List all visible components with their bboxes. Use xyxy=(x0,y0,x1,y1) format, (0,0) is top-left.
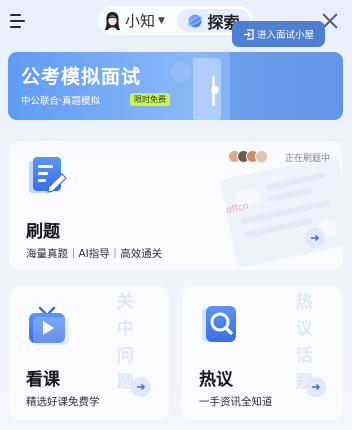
door-illustration xyxy=(171,58,221,120)
arrow-right-icon xyxy=(137,383,146,391)
limited-free-badge: 限时免费 xyxy=(130,93,170,106)
arrow-right-icon xyxy=(312,383,321,391)
planet-icon xyxy=(187,14,204,27)
banner-title: 公考模拟面试 xyxy=(21,66,142,88)
menu-icon[interactable] xyxy=(10,12,30,30)
practice-card[interactable]: offcn 正在刷题中 刷题 海量真题｜AI指导｜高效通关 xyxy=(9,141,343,270)
avatar xyxy=(255,150,268,163)
active-users-avatars xyxy=(228,150,268,164)
discussion-subtitle: 一手资讯全知道 xyxy=(199,396,273,408)
ghost-decoration: 热 议 话 题 xyxy=(291,292,312,392)
mode-xiaozhi-label: 小知 xyxy=(125,12,156,30)
document-pencil-icon xyxy=(29,157,67,193)
exam-paper-illustration: offcn xyxy=(220,156,343,268)
video-play-icon xyxy=(29,306,69,345)
practice-title: 刷题 xyxy=(26,222,60,242)
interview-banner[interactable]: 公考模拟面试 中公联合·真题模拟 限时免费 xyxy=(8,52,343,120)
mode-switch: 小知 ▼ 探索 xyxy=(98,6,253,35)
arrow-right-icon xyxy=(311,234,320,242)
discussion-card[interactable]: 热 议 话 题 热议 一手资讯全知道 xyxy=(182,286,343,420)
discussion-title: 热议 xyxy=(199,370,233,390)
course-title: 看课 xyxy=(26,370,60,390)
course-card[interactable]: 关 中 问 题 看课 精选好课免费学 xyxy=(9,286,169,420)
course-subtitle: 精选好课免费学 xyxy=(26,396,100,408)
practice-subtitle: 海量真题｜AI指导｜高效通关 xyxy=(26,248,163,260)
practice-status: 正在刷题中 xyxy=(285,154,331,164)
enter-interview-room-label: 进入面试小屋 xyxy=(256,30,314,41)
enter-door-icon xyxy=(243,28,254,40)
mode-xiaozhi-tab[interactable]: 小知 ▼ xyxy=(104,6,165,35)
course-arrow-button[interactable] xyxy=(131,377,151,397)
ghost-decoration: 关 中 问 题 xyxy=(112,292,133,392)
practice-arrow-button[interactable] xyxy=(305,228,325,248)
banner-subtitle: 中公联合·真题模拟 xyxy=(21,96,101,107)
chevron-down-icon: ▼ xyxy=(158,15,165,26)
magnifier-icon xyxy=(202,306,236,342)
discussion-arrow-button[interactable] xyxy=(306,377,326,397)
xiaozhi-avatar-icon xyxy=(105,11,120,30)
enter-interview-room-button[interactable]: 进入面试小屋 xyxy=(232,21,325,47)
